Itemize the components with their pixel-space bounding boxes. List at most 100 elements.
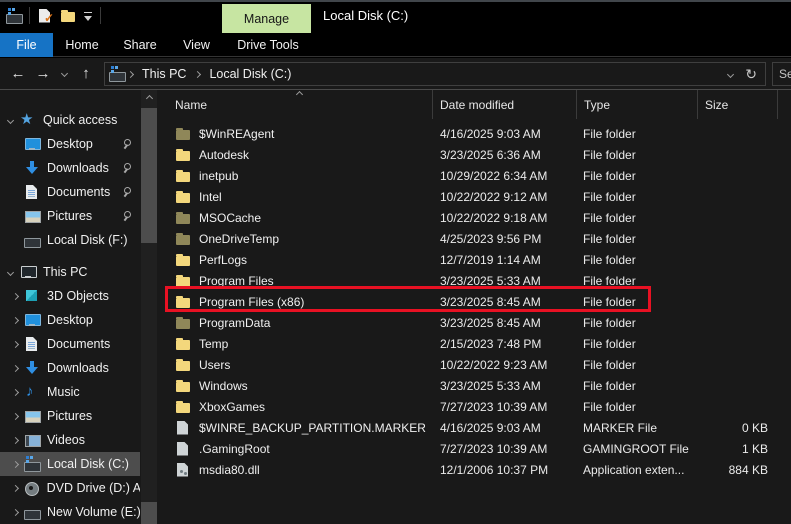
table-row-programdata[interactable]: ProgramData 3/23/2025 8:45 AM File folde… [162, 312, 791, 333]
column-header-type[interactable]: Type [577, 90, 698, 119]
sidebar-item-local-disk-c[interactable]: Local Disk (C:) [0, 452, 140, 476]
table-row-gamingroot[interactable]: .GamingRoot 7/27/2023 10:39 AM GAMINGROO… [162, 438, 791, 459]
file-size [698, 207, 778, 228]
table-row-msocache[interactable]: MSOCache 10/22/2022 9:18 AM File folder [162, 207, 791, 228]
breadcrumb-chevron-icon[interactable] [194, 70, 202, 78]
table-row-windows[interactable]: Windows 3/23/2025 5:33 AM File folder [162, 375, 791, 396]
sidebar-item-desktop[interactable]: Desktop [0, 308, 140, 332]
file-type: File folder [583, 168, 636, 183]
sidebar-scrollbar[interactable] [141, 90, 157, 524]
sidebar-section-this-pc[interactable]: This PC [0, 260, 140, 284]
file-size [698, 333, 778, 354]
table-row-program-files-x86[interactable]: Program Files (x86) 3/23/2025 8:45 AM Fi… [162, 291, 791, 312]
sidebar-item-new-volume-e[interactable]: New Volume (E:) [0, 500, 140, 524]
chevron-right-icon[interactable] [11, 412, 20, 420]
drive-icon[interactable] [6, 7, 23, 24]
toolbar-separator [29, 7, 30, 24]
table-row-intel[interactable]: Intel 10/22/2022 9:12 AM File folder [162, 186, 791, 207]
pin-icon [122, 187, 132, 197]
sidebar-item-documents[interactable]: Documents [0, 332, 140, 356]
sidebar-item-pictures[interactable]: Pictures [0, 204, 140, 228]
table-row-autodesk[interactable]: Autodesk 3/23/2025 6:36 AM File folder [162, 144, 791, 165]
sidebar-item-downloads[interactable]: Downloads [0, 156, 140, 180]
column-header-name[interactable]: Name [162, 90, 433, 119]
drive-icon [109, 66, 126, 82]
chevron-right-icon[interactable] [11, 340, 20, 348]
download-icon [24, 360, 40, 376]
table-row-winre-backup-partition-marker[interactable]: $WINRE_BACKUP_PARTITION.MARKER 4/16/2025… [162, 417, 791, 438]
chevron-right-icon[interactable] [11, 292, 20, 300]
file-type: File folder [583, 126, 636, 141]
breadcrumb-segment-local-disk-c[interactable]: Local Disk (C:) [203, 67, 297, 81]
scrollbar-thumb[interactable] [141, 108, 157, 243]
tab-share[interactable]: Share [111, 33, 169, 57]
sidebar-item-downloads[interactable]: Downloads [0, 356, 140, 380]
breadcrumb-chevron-icon[interactable] [126, 70, 135, 78]
sidebar-section-quick-access[interactable]: Quick access [0, 108, 140, 132]
file-size: 0 KB [741, 420, 768, 435]
chevron-right-icon[interactable] [11, 388, 20, 396]
properties-check-icon[interactable] [37, 8, 54, 25]
pin-icon [122, 139, 132, 149]
desktop-icon [24, 136, 41, 152]
history-dropdown-icon[interactable] [57, 58, 71, 88]
up-button[interactable]: ↑ [76, 58, 96, 88]
refresh-icon[interactable]: ↻ [745, 66, 757, 83]
back-button[interactable]: ← [8, 58, 28, 88]
dll-icon [175, 462, 191, 478]
table-row-msdia80-dll[interactable]: msdia80.dll 12/1/2006 10:37 PM Applicati… [162, 459, 791, 480]
manage-tab[interactable]: Manage [222, 4, 311, 33]
chevron-right-icon[interactable] [11, 316, 20, 324]
chevron-down-icon[interactable] [6, 116, 15, 124]
tab-home[interactable]: Home [53, 33, 111, 57]
chevron-right-icon[interactable] [11, 364, 20, 372]
tab-drive-tools[interactable]: Drive Tools [224, 33, 312, 57]
chevron-right-icon[interactable] [11, 460, 20, 468]
breadcrumb-segment-this-pc[interactable]: This PC [136, 67, 192, 81]
customize-toolbar-icon[interactable] [83, 8, 93, 24]
address-bar: ← → ↑ This PC Local Disk (C:) ↻ Se [0, 58, 791, 90]
chevron-right-icon[interactable] [11, 436, 20, 444]
folder-icon [175, 378, 191, 394]
file-type: File folder [583, 189, 636, 204]
music-icon [24, 383, 40, 400]
sidebar-item-videos[interactable]: Videos [0, 428, 140, 452]
address-dropdown-icon[interactable] [727, 70, 735, 78]
forward-button[interactable]: → [33, 58, 53, 88]
search-input[interactable]: Se [772, 62, 791, 86]
chevron-right-icon[interactable] [11, 484, 19, 492]
breadcrumb[interactable]: This PC Local Disk (C:) ↻ [104, 62, 766, 86]
sidebar-item-music[interactable]: Music [0, 380, 140, 404]
column-header-size[interactable]: Size [698, 90, 778, 119]
table-row-inetpub[interactable]: inetpub 10/29/2022 6:34 AM File folder [162, 165, 791, 186]
file-name: Windows [162, 375, 433, 396]
table-row-xboxgames[interactable]: XboxGames 7/27/2023 10:39 AM File folder [162, 396, 791, 417]
tab-view[interactable]: View [169, 33, 224, 57]
column-header-date-modified[interactable]: Date modified [433, 90, 577, 119]
sidebar-item-3d-objects[interactable]: 3D Objects [0, 284, 140, 308]
scroll-up-icon[interactable] [141, 90, 157, 106]
table-row-temp[interactable]: Temp 2/15/2023 7:48 PM File folder [162, 333, 791, 354]
sidebar-item-local-disk-f[interactable]: Local Disk (F:) [0, 228, 140, 252]
table-row-winreagent[interactable]: $WinREAgent 4/16/2025 9:03 AM File folde… [162, 123, 791, 144]
file-date-modified: 12/7/2019 1:14 AM [440, 252, 541, 267]
sidebar-item-pictures[interactable]: Pictures [0, 404, 140, 428]
file-date-modified: 7/27/2023 10:39 AM [440, 441, 548, 456]
file-name: Temp [162, 333, 433, 354]
tab-file[interactable]: File [0, 33, 53, 57]
scroll-down-button[interactable] [141, 502, 157, 524]
folder-icon [175, 336, 191, 352]
table-row-onedrivetemp[interactable]: OneDriveTemp 4/25/2023 9:56 PM File fold… [162, 228, 791, 249]
sidebar-item-documents[interactable]: Documents [0, 180, 140, 204]
table-row-program-files[interactable]: Program Files 3/23/2025 5:33 AM File fol… [162, 270, 791, 291]
table-row-users[interactable]: Users 10/22/2022 9:23 AM File folder [162, 354, 791, 375]
new-folder-icon[interactable] [60, 8, 76, 24]
chevron-down-icon[interactable] [6, 268, 15, 276]
sidebar-item-desktop[interactable]: Desktop [0, 132, 140, 156]
chevron-right-icon[interactable] [11, 508, 20, 516]
drive-icon [24, 232, 41, 248]
file-date-modified: 10/29/2022 6:34 AM [440, 168, 548, 183]
table-row-perflogs[interactable]: PerfLogs 12/7/2019 1:14 AM File folder [162, 249, 791, 270]
sidebar-item-dvd-drive-d-au[interactable]: DVD Drive (D:) AU [0, 476, 140, 500]
file-name: Autodesk [162, 144, 433, 165]
